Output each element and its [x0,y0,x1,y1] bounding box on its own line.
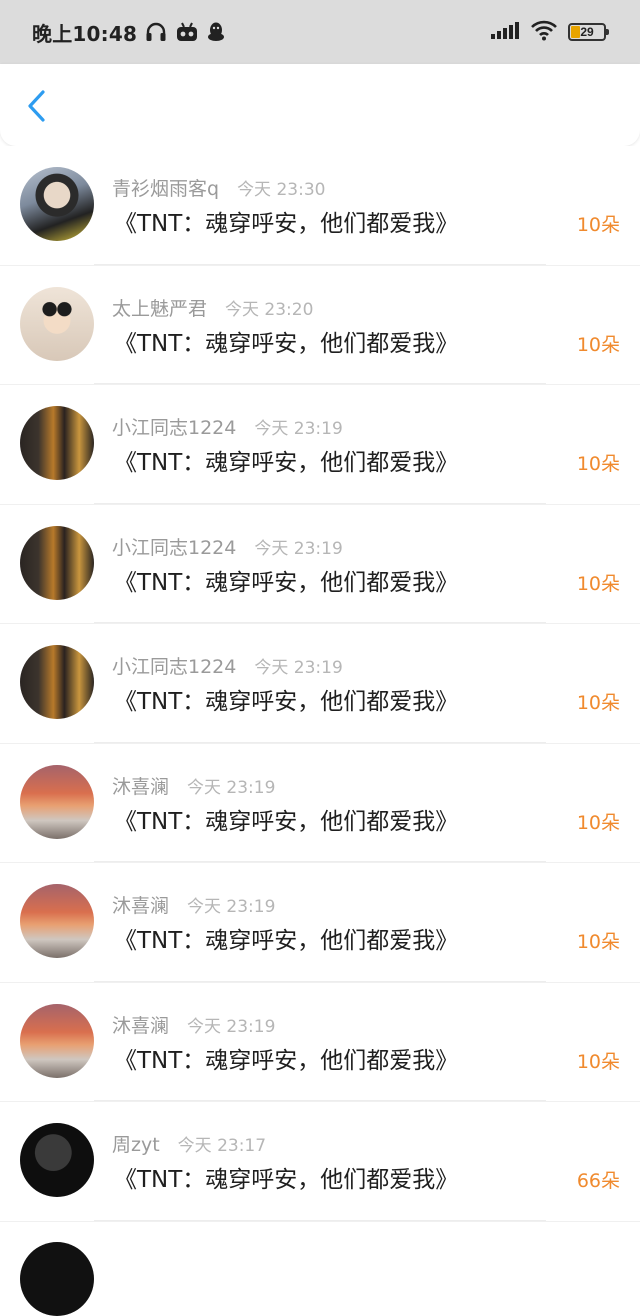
flower-count: 10朵 [576,692,620,714]
list-item[interactable]: 青衫烟雨客q 今天 23:30 《TNT：魂穿呼安，他们都爱我》 10朵 [0,146,640,266]
signal-icon [490,20,520,44]
back-button[interactable] [18,86,54,126]
book-title: 《TNT：魂穿呼安，他们都爱我》 [114,1167,459,1193]
user-name: 沐喜澜 [112,775,170,798]
user-name: 太上魅严君 [112,297,208,320]
divider [94,1100,546,1101]
user-name: 小江同志1224 [112,536,237,559]
name-row: 小江同志1224 今天 23:19 [112,413,343,440]
user-name: 小江同志1224 [112,656,237,678]
divider [94,861,546,862]
timestamp: 今天 23:19 [254,538,343,559]
name-row: 青衫烟雨客q 今天 23:30 [112,174,325,201]
timestamp: 今天 23:19 [187,1016,276,1037]
flower-count: 10朵 [576,1050,620,1073]
book-title: 《TNT：魂穿呼安，他们都爱我》 [114,211,459,237]
list-item[interactable]: 沐喜澜 今天 23:19 《TNT：魂穿呼安，他们都爱我》 10朵 [0,863,640,983]
list-item[interactable]: 周zyt 今天 23:17 《TNT：魂穿呼安，他们都爱我》 66朵 [0,1102,640,1222]
battery-fill [571,26,580,38]
avatar[interactable] [20,764,94,839]
book-title: 《TNT：魂穿呼安，他们都爱我》 [114,330,459,357]
avatar[interactable] [20,525,94,600]
timestamp: 今天 23:30 [237,180,326,200]
flower-count: 10朵 [576,572,620,595]
timestamp: 今天 23:19 [254,658,343,678]
list-item[interactable]: 小江同志1224 今天 23:19 《TNT：魂穿呼安，他们都爱我》 10朵 [0,385,640,505]
divider [94,622,546,623]
avatar[interactable] [20,645,94,719]
list-item[interactable]: 沐喜澜 今天 23:19 《TNT：魂穿呼安，他们都爱我》 10朵 [0,982,640,1102]
qq-icon [207,21,225,43]
divider [94,502,546,504]
avatar[interactable] [20,1242,94,1316]
name-row: 沐喜澜 今天 23:19 [112,891,275,918]
timestamp: 今天 23:19 [254,419,343,439]
robot-icon [175,22,199,42]
timestamp: 今天 23:19 [187,897,276,917]
wifi-icon [530,19,558,45]
divider [94,1219,546,1221]
name-row: 小江同志1224 今天 23:19 [112,652,343,679]
battery-icon: 29 [568,23,609,41]
book-title: 《TNT：魂穿呼安，他们都爱我》 [114,450,459,476]
flower-count: 10朵 [576,214,620,236]
flower-count: 10朵 [576,333,620,356]
status-bar: 晚上10:48 29 [0,0,640,64]
avatar[interactable] [20,167,94,241]
battery-level: 29 [580,25,594,39]
divider [94,383,546,384]
flower-count: 10朵 [576,811,620,834]
list-item[interactable]: 沐喜澜 今天 23:19 《TNT：魂穿呼安，他们都爱我》 10朵 [0,743,640,863]
avatar[interactable] [20,286,94,361]
avatar[interactable] [20,1003,94,1078]
name-row: 小江同志1224 今天 23:19 [112,533,343,560]
list-item[interactable]: 小江同志1224 今天 23:19 《TNT：魂穿呼安，他们都爱我》 10朵 [0,504,640,624]
avatar[interactable] [20,884,94,958]
book-title: 《TNT：魂穿呼安，他们都爱我》 [114,808,459,835]
chevron-left-icon [28,90,45,122]
list-item[interactable]: 太上魅严君 今天 23:20 《TNT：魂穿呼安，他们都爱我》 10朵 [0,265,640,385]
status-right: 29 [490,19,609,45]
divider [94,741,546,743]
user-name: 沐喜澜 [112,895,170,917]
divider [94,980,546,982]
flower-count: 10朵 [576,453,620,475]
flower-count: 66朵 [576,1170,620,1192]
name-row: 沐喜澜 今天 23:19 [112,1011,275,1038]
user-name: 小江同志1224 [112,417,237,439]
timestamp: 今天 23:20 [225,299,314,320]
user-name: 青衫烟雨客q [112,178,220,200]
divider [94,263,546,265]
avatar[interactable] [20,1123,94,1197]
book-title: 《TNT：魂穿呼安，他们都爱我》 [114,928,459,954]
name-row: 周zyt 今天 23:17 [112,1130,266,1157]
timestamp: 今天 23:19 [187,777,276,798]
avatar[interactable] [20,406,94,480]
user-name: 周zyt [112,1134,160,1156]
book-title: 《TNT：魂穿呼安，他们都爱我》 [114,689,459,715]
name-row: 沐喜澜 今天 23:19 [112,772,275,799]
flower-count: 10朵 [576,931,620,953]
book-title: 《TNT：魂穿呼安，他们都爱我》 [114,569,459,596]
gift-list: 青衫烟雨客q 今天 23:30 《TNT：魂穿呼安，他们都爱我》 10朵 太上魅… [0,146,640,1222]
status-time: 晚上10:48 [32,21,138,46]
timestamp: 今天 23:17 [177,1136,267,1156]
name-row: 太上魅严君 今天 23:20 [112,294,313,321]
headphones-icon [145,22,167,42]
book-title: 《TNT：魂穿呼安，他们都爱我》 [114,1047,459,1074]
user-name: 沐喜澜 [112,1014,170,1037]
nav-bar [0,64,640,146]
list-item[interactable]: 小江同志1224 今天 23:19 《TNT：魂穿呼安，他们都爱我》 10朵 [0,624,640,744]
